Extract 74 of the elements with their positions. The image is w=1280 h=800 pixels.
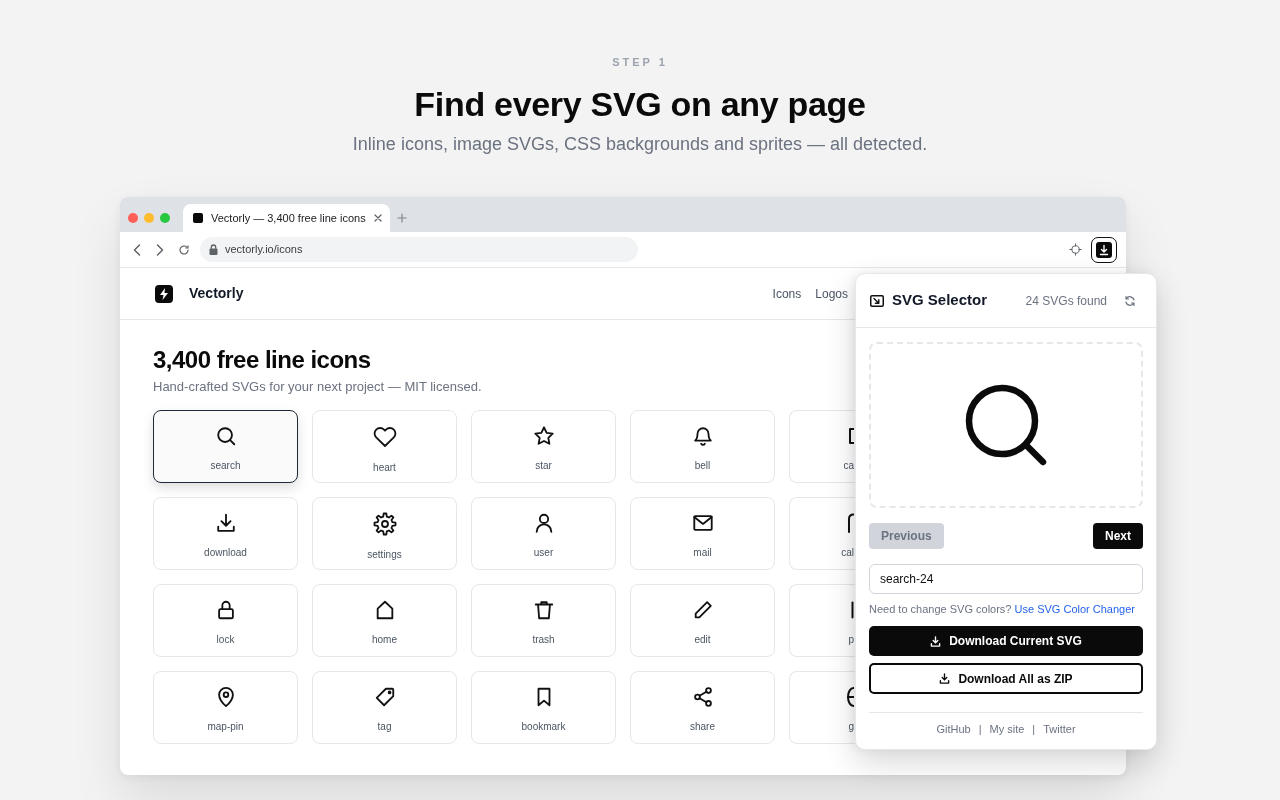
step-label: STEP 1	[612, 56, 668, 69]
icon-tile[interactable]: share	[630, 671, 775, 744]
download-zip-button[interactable]: Download All as ZIP	[869, 663, 1143, 694]
extension-button[interactable]	[1091, 236, 1117, 263]
footer-link[interactable]: My site	[989, 722, 1025, 736]
partial-icon	[848, 513, 854, 533]
icon-tile[interactable]: p	[789, 584, 855, 657]
page-title: 3,400 free line icons	[153, 345, 371, 375]
nav-link[interactable]: Icons	[772, 284, 802, 303]
icon-tile[interactable]: map-pin	[153, 671, 298, 744]
separator: |	[978, 722, 982, 736]
icon-tile[interactable]: cal	[789, 497, 855, 570]
brand-name[interactable]: Vectorly	[189, 283, 244, 304]
back-icon[interactable]	[133, 243, 141, 256]
color-changer-link[interactable]: Use SVG Color Changer	[1014, 603, 1135, 615]
headline: Find every SVG on any page	[414, 84, 866, 125]
icon-tile[interactable]: search	[153, 410, 298, 483]
favicon-icon	[193, 213, 203, 223]
reload-icon[interactable]	[178, 243, 190, 256]
footer-link[interactable]: GitHub	[936, 722, 971, 736]
forward-icon[interactable]	[156, 243, 164, 256]
lock-icon	[209, 244, 218, 255]
search-icon	[214, 425, 237, 447]
partial-icon	[851, 601, 854, 619]
footer-link[interactable]: Twitter	[1043, 722, 1076, 736]
search-icon	[963, 382, 1049, 468]
url-text: vectorly.io/icons	[225, 242, 303, 258]
download-icon	[1096, 241, 1112, 258]
icon-tile[interactable]: edit	[630, 584, 775, 657]
arrow-box-icon	[870, 294, 884, 307]
close-icon[interactable]	[373, 214, 382, 222]
popup-title: SVG Selector	[892, 290, 988, 311]
share-icon	[691, 686, 714, 708]
nav-link[interactable]: Logos	[815, 284, 848, 303]
icon-tile[interactable]: home	[312, 584, 457, 657]
download-current-button[interactable]: Download Current SVG	[869, 626, 1143, 656]
icon-tile[interactable]: tag	[312, 671, 457, 744]
icon-tile[interactable]: bell	[630, 410, 775, 483]
subheadline: Inline icons, image SVGs, CSS backgrounds and sprites — all detected.	[352, 133, 928, 156]
filename-field[interactable]: search-24	[869, 564, 1143, 594]
icon-tile[interactable]: bookmark	[471, 671, 616, 744]
partial-icon	[849, 428, 854, 444]
partial-icon	[847, 687, 854, 707]
icon-tile[interactable]: settings	[312, 497, 457, 570]
icon-tile[interactable]: mail	[630, 497, 775, 570]
download-icon	[939, 673, 951, 684]
icon-tile[interactable]: star	[471, 410, 616, 483]
crosshair-icon[interactable]	[1069, 243, 1082, 256]
address-bar[interactable]: vectorly.io/icons	[200, 237, 638, 262]
icon-tile[interactable]: trash	[471, 584, 616, 657]
bell-icon	[691, 425, 714, 447]
icon-tile[interactable]: heart	[312, 410, 457, 483]
heart-icon	[372, 425, 397, 449]
download-icon	[930, 635, 942, 647]
tab-title: Vectorly — 3,400 free line icons	[211, 210, 366, 226]
icon-tile[interactable]: download	[153, 497, 298, 570]
icon-tile[interactable]: g	[789, 671, 855, 744]
browser-tab[interactable]: Vectorly — 3,400 free line icons	[183, 204, 390, 232]
help-text: Need to change SVG colors? Use SVG Color Changer	[869, 602, 1136, 616]
gear-icon	[372, 512, 397, 536]
refresh-icon[interactable]	[1124, 294, 1136, 307]
icon-tile[interactable]: user	[471, 497, 616, 570]
download-icon	[214, 512, 237, 534]
svg-count: 24 SVGs found	[1025, 292, 1107, 310]
bolt-logo-icon[interactable]	[155, 284, 173, 303]
tag-icon	[373, 686, 396, 708]
next-button[interactable]: Next	[1093, 523, 1143, 549]
icon-tile[interactable]: ca	[789, 410, 855, 483]
trash-icon	[532, 599, 555, 621]
separator: |	[1032, 722, 1036, 736]
page-subtitle: Hand-crafted SVGs for your next project — MIT licensed.	[153, 378, 482, 396]
icon-tile[interactable]: lock	[153, 584, 298, 657]
star-icon	[532, 425, 555, 447]
envelope-icon	[691, 512, 714, 534]
